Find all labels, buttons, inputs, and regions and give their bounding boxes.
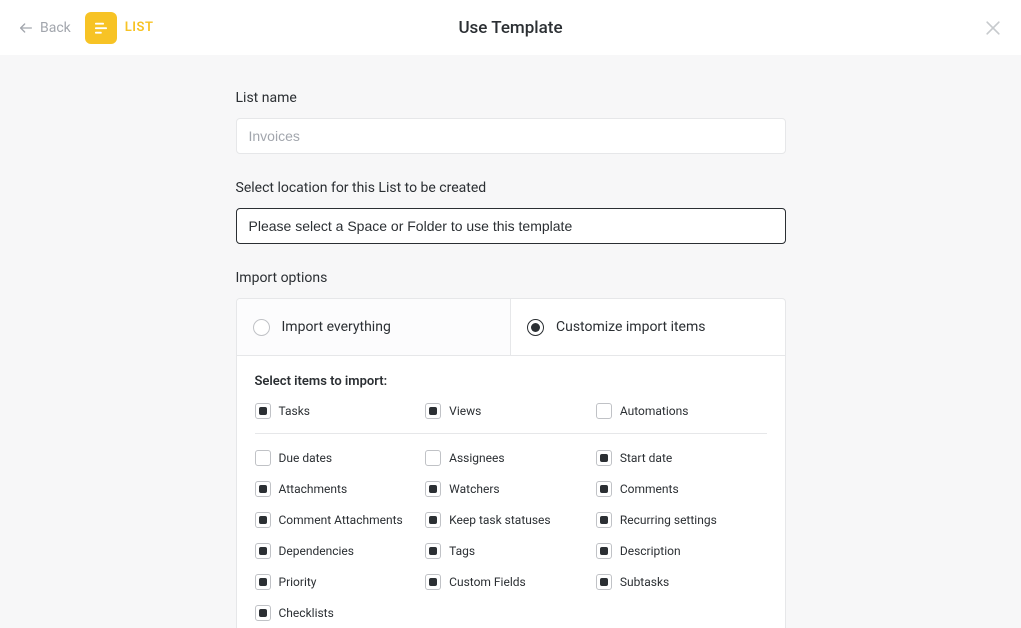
checkbox-label: Assignees: [449, 451, 504, 465]
radio-icon: [527, 319, 544, 336]
top-items-row: Tasks Views Automations: [255, 403, 767, 433]
checkbox-comments[interactable]: Comments: [596, 481, 767, 497]
checkbox-comment-attachments[interactable]: Comment Attachments: [255, 512, 426, 528]
checkbox-description[interactable]: Description: [596, 543, 767, 559]
checkbox-label: Description: [620, 544, 681, 558]
divider: [255, 433, 767, 434]
radio-customize-items[interactable]: Customize import items: [510, 299, 785, 355]
import-items-panel: Select items to import: Tasks Views Automa…: [236, 355, 786, 628]
checkbox-label: Priority: [279, 575, 317, 589]
checkbox-start-date[interactable]: Start date: [596, 450, 767, 466]
checkbox-icon: [425, 574, 441, 590]
select-items-label: Select items to import:: [255, 374, 767, 389]
import-mode-toggle: Import everything Customize import items: [236, 298, 786, 355]
checkbox-attachments[interactable]: Attachments: [255, 481, 426, 497]
checkbox-priority[interactable]: Priority: [255, 574, 426, 590]
checkbox-icon: [255, 574, 271, 590]
checkbox-label: Start date: [620, 451, 672, 465]
checkbox-label: Tags: [449, 544, 475, 558]
list-type-badge: LIST: [85, 12, 154, 44]
list-name-input[interactable]: [236, 118, 786, 154]
checkbox-icon: [255, 481, 271, 497]
checkbox-label: Automations: [620, 404, 689, 418]
modal-header: Back LIST Use Template: [0, 0, 1021, 55]
checkbox-icon: [255, 605, 271, 621]
checkbox-icon: [255, 450, 271, 466]
content-scroll[interactable]: List name Select location for this List …: [0, 55, 1021, 628]
checkbox-icon: [596, 450, 612, 466]
checkbox-icon: [255, 403, 271, 419]
import-options-label: Import options: [236, 270, 786, 286]
close-button[interactable]: [983, 18, 1003, 38]
location-placeholder: Please select a Space or Folder to use t…: [249, 218, 573, 234]
checkbox-label: Keep task statuses: [449, 513, 550, 527]
radio-import-everything[interactable]: Import everything: [237, 299, 511, 355]
items-grid: Due dates Assignees Start date Attachments W…: [255, 440, 767, 621]
checkbox-icon: [255, 512, 271, 528]
checkbox-tags[interactable]: Tags: [425, 543, 596, 559]
checkbox-label: Comment Attachments: [279, 513, 403, 527]
checkbox-icon: [425, 450, 441, 466]
form-container: List name Select location for this List …: [236, 55, 786, 628]
checkbox-automations[interactable]: Automations: [596, 403, 767, 419]
back-label: Back: [40, 20, 71, 36]
close-icon: [983, 18, 1003, 38]
checkbox-label: Checklists: [279, 606, 334, 620]
checkbox-custom-fields[interactable]: Custom Fields: [425, 574, 596, 590]
checkbox-recurring-settings[interactable]: Recurring settings: [596, 512, 767, 528]
checkbox-subtasks[interactable]: Subtasks: [596, 574, 767, 590]
checkbox-label: Views: [449, 404, 481, 418]
checkbox-label: Comments: [620, 482, 679, 496]
checkbox-label: Watchers: [449, 482, 499, 496]
checkbox-icon: [596, 481, 612, 497]
checkbox-icon: [425, 403, 441, 419]
checkbox-icon: [425, 481, 441, 497]
radio-label: Import everything: [282, 319, 391, 335]
checkbox-dependencies[interactable]: Dependencies: [255, 543, 426, 559]
checkbox-label: Due dates: [279, 451, 333, 465]
list-name-label: List name: [236, 90, 786, 106]
checkbox-tasks[interactable]: Tasks: [255, 403, 426, 419]
location-select-button[interactable]: Please select a Space or Folder to use t…: [236, 208, 786, 244]
checkbox-icon: [596, 512, 612, 528]
radio-icon: [253, 319, 270, 336]
checkbox-label: Dependencies: [279, 544, 354, 558]
radio-label: Customize import items: [556, 319, 705, 335]
checkbox-views[interactable]: Views: [425, 403, 596, 419]
list-icon: [85, 12, 117, 44]
modal-title: Use Template: [458, 18, 562, 38]
checkbox-due-dates[interactable]: Due dates: [255, 450, 426, 466]
checkbox-icon: [596, 543, 612, 559]
checkbox-label: Custom Fields: [449, 575, 526, 589]
location-label: Select location for this List to be crea…: [236, 180, 786, 196]
checkbox-icon: [596, 403, 612, 419]
checkbox-icon: [425, 512, 441, 528]
back-button[interactable]: Back: [18, 20, 71, 36]
checkbox-assignees[interactable]: Assignees: [425, 450, 596, 466]
checkbox-label: Attachments: [279, 482, 348, 496]
arrow-left-icon: [18, 20, 34, 36]
checkbox-label: Recurring settings: [620, 513, 717, 527]
list-type-label: LIST: [125, 20, 154, 35]
checkbox-label: Tasks: [279, 404, 311, 418]
checkbox-label: Subtasks: [620, 575, 669, 589]
checkbox-checklists[interactable]: Checklists: [255, 605, 426, 621]
checkbox-icon: [255, 543, 271, 559]
checkbox-icon: [596, 574, 612, 590]
checkbox-keep-task-statuses[interactable]: Keep task statuses: [425, 512, 596, 528]
checkbox-watchers[interactable]: Watchers: [425, 481, 596, 497]
checkbox-icon: [425, 543, 441, 559]
